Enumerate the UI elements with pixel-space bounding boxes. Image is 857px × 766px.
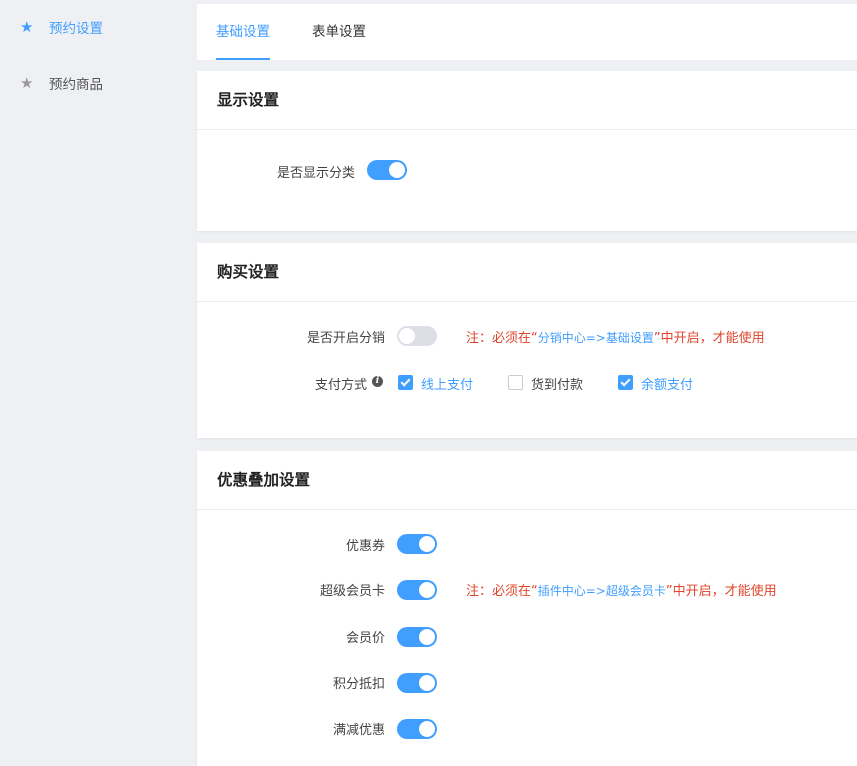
note-suffix: ”中开启，才能使用: [665, 584, 777, 599]
full-reduction-label: 满减优惠: [332, 723, 385, 738]
note-suffix: ”中开启，才能使用: [653, 331, 765, 346]
cod-label[interactable]: 货到付款: [531, 374, 583, 393]
display-settings-card: 显示设置 是否显示分类: [197, 71, 857, 231]
info-icon[interactable]: i: [372, 376, 383, 387]
vip-card-note: 注：必须在“插件中心=>超级会员卡”中开启，才能使用: [466, 580, 777, 599]
purchase-settings-card: 购买设置 是否开启分销 注：必须在“分销中心=>基础设置”中开启，才能使用 支付…: [197, 243, 857, 438]
payment-method-label: 支付方式: [314, 378, 367, 393]
star-icon: ★: [20, 17, 34, 36]
row-label-wrap: 优惠券: [197, 532, 385, 556]
super-vip-card-switch[interactable]: [397, 580, 437, 600]
show-category-label: 是否显示分类: [276, 166, 355, 181]
member-price-switch[interactable]: [397, 627, 437, 647]
note-link: 分销中心=>基础设置: [537, 331, 654, 345]
discount-stacking-card: 优惠叠加设置 优惠券 超级会员卡 注：必须在“插件中心=>超级会员卡”中开启，才…: [197, 451, 857, 766]
card-title: 购买设置: [197, 243, 857, 302]
sidebar-item-appointment-goods[interactable]: ★ 预约商品: [0, 63, 176, 103]
balance-pay-checkbox[interactable]: [618, 375, 633, 390]
note-prefix: 注：必须在“: [466, 331, 538, 346]
note-link: 插件中心=>超级会员卡: [537, 584, 666, 598]
card-title: 优惠叠加设置: [197, 451, 857, 510]
row-label-wrap: 超级会员卡: [197, 577, 385, 601]
distribution-switch[interactable]: [397, 326, 437, 346]
cod-checkbox[interactable]: [508, 375, 523, 390]
balance-pay-label[interactable]: 余额支付: [641, 374, 693, 393]
member-price-label: 会员价: [345, 631, 385, 646]
super-vip-card-label: 超级会员卡: [319, 584, 385, 599]
row-label-wrap: 支付方式: [197, 371, 367, 395]
sidebar-item-label: 预约设置: [49, 21, 103, 37]
online-pay-label[interactable]: 线上支付: [421, 374, 473, 393]
row-label-wrap: 会员价: [197, 624, 385, 648]
tab-basic-settings[interactable]: 基础设置: [216, 4, 270, 60]
sidebar: ★ 预约设置 ★ 预约商品: [0, 0, 176, 766]
card-title: 显示设置: [197, 71, 857, 130]
distribution-note: 注：必须在“分销中心=>基础设置”中开启，才能使用: [466, 327, 765, 346]
tab-bar: 基础设置 表单设置: [197, 4, 857, 60]
points-deduction-switch[interactable]: [397, 673, 437, 693]
full-reduction-switch[interactable]: [397, 719, 437, 739]
points-deduction-label: 积分抵扣: [332, 677, 385, 692]
row-label-wrap: 积分抵扣: [197, 670, 385, 694]
online-pay-checkbox[interactable]: [398, 375, 413, 390]
sidebar-item-label: 预约商品: [49, 77, 103, 93]
coupon-switch[interactable]: [397, 534, 437, 554]
star-icon: ★: [20, 73, 34, 92]
distribution-label: 是否开启分销: [306, 331, 385, 346]
sidebar-item-appointment-settings[interactable]: ★ 预约设置: [0, 7, 176, 47]
row-label-wrap: 满减优惠: [197, 716, 385, 740]
tab-form-settings[interactable]: 表单设置: [312, 4, 366, 60]
note-prefix: 注：必须在“: [466, 584, 538, 599]
coupon-label: 优惠券: [345, 539, 385, 554]
row-label-wrap: 是否开启分销: [197, 324, 385, 348]
row-label-wrap: 是否显示分类: [197, 159, 355, 183]
show-category-switch[interactable]: [367, 160, 407, 180]
